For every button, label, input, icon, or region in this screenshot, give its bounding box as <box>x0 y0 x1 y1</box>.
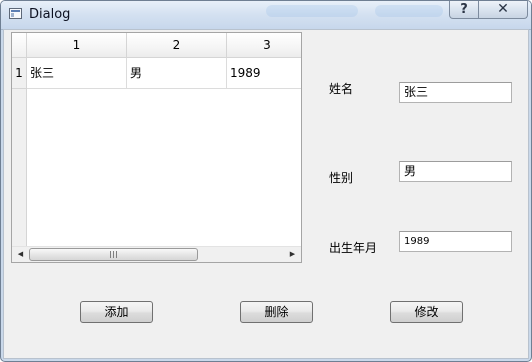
chevron-right-icon[interactable]: ▶ <box>284 247 301 262</box>
table-cell-gender[interactable]: 男 <box>127 58 227 89</box>
app-window-icon <box>9 8 22 19</box>
chevron-left-icon[interactable]: ◀ <box>12 247 29 262</box>
table-corner-button[interactable] <box>12 33 27 58</box>
gender-field[interactable]: 男 <box>399 161 512 182</box>
horizontal-scrollbar[interactable]: ◀ ▶ <box>12 246 301 262</box>
scrollbar-thumb[interactable] <box>29 248 198 261</box>
column-header-1[interactable]: 1 <box>27 33 127 58</box>
table-cell-birth[interactable]: 1989 <box>227 58 301 89</box>
window-title: Dialog <box>29 7 71 22</box>
row-header-gutter <box>12 89 27 246</box>
birth-date-field[interactable]: 1989 <box>399 231 512 252</box>
birth-date-label: 出生年月 <box>329 241 378 255</box>
delete-button[interactable]: 删除 <box>240 301 313 323</box>
table-cell-name[interactable]: 张三 <box>27 58 127 89</box>
title-bar[interactable]: Dialog ? ✕ <box>1 1 531 30</box>
title-bar-glow <box>375 5 443 17</box>
gender-label: 性别 <box>329 171 354 185</box>
modify-button[interactable]: 修改 <box>390 301 463 323</box>
row-header-1[interactable]: 1 <box>12 58 27 89</box>
title-bar-glow <box>266 5 358 17</box>
add-button[interactable]: 添加 <box>80 301 153 323</box>
help-icon: ? <box>460 2 468 17</box>
dialog-window: Dialog ? ✕ 1 2 3 1 张三 男 1989 ◀ ▶ 姓名 张三 性… <box>0 0 532 362</box>
data-table[interactable]: 1 2 3 1 张三 男 1989 ◀ ▶ <box>11 32 302 263</box>
close-button[interactable]: ✕ <box>478 1 528 19</box>
name-field[interactable]: 张三 <box>399 82 512 103</box>
dialog-client-area: 1 2 3 1 张三 男 1989 ◀ ▶ 姓名 张三 性别 男 出生年月 19… <box>3 29 529 359</box>
column-header-2[interactable]: 2 <box>127 33 227 58</box>
scrollbar-grip-icon <box>110 251 118 258</box>
column-header-3[interactable]: 3 <box>227 33 301 58</box>
close-icon: ✕ <box>497 1 509 17</box>
help-button[interactable]: ? <box>449 1 479 19</box>
name-label: 姓名 <box>329 82 354 96</box>
